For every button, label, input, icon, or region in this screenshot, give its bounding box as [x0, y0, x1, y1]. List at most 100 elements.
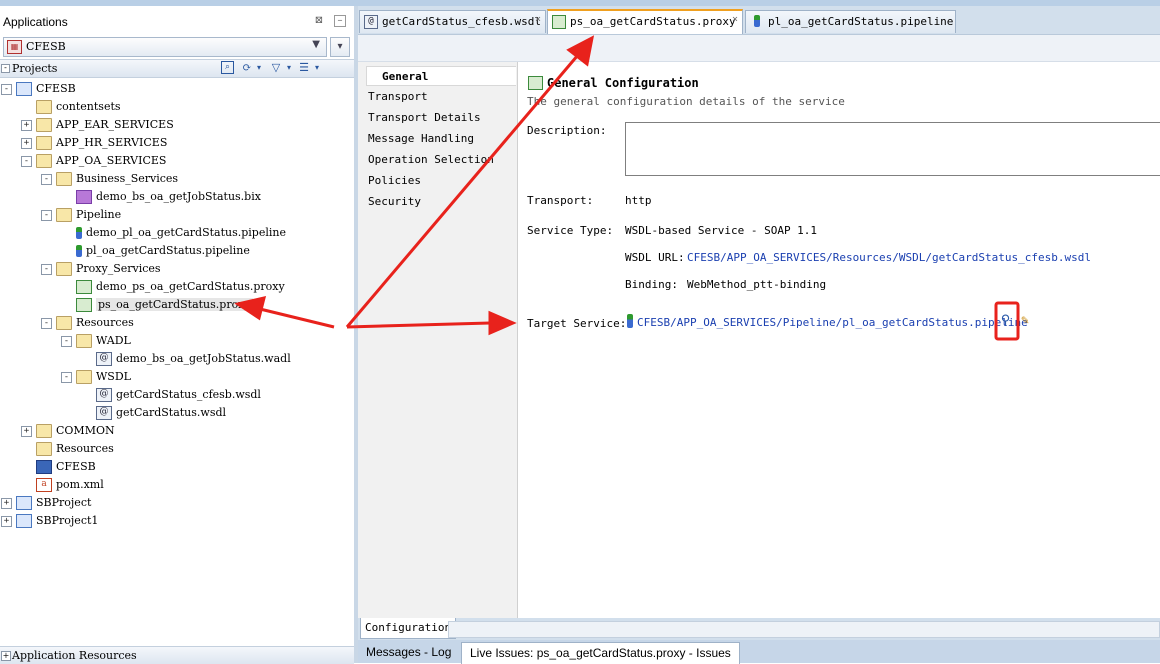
expand-icon[interactable]: + — [21, 425, 32, 437]
restore-icon[interactable]: – — [334, 15, 346, 27]
editor-tab-bar: @ getCardStatus_cfesb.wsdl × ps_oa_getCa… — [358, 6, 1160, 35]
chevron-down-icon[interactable]: ▾ — [310, 61, 324, 75]
binding-label: Binding: — [625, 278, 678, 291]
nav-item-operation-selection[interactable]: Operation Selection — [368, 150, 513, 170]
tree-item-label: CFESB — [56, 460, 96, 473]
horizontal-scrollbar[interactable] — [448, 621, 1160, 638]
tree-item-label: Business_Services — [76, 172, 179, 185]
folder-icon — [56, 208, 72, 222]
wsdl-icon: @ — [96, 388, 112, 402]
expand-icon[interactable]: + — [1, 515, 12, 527]
tree-item[interactable]: - APP_OA_SERVICES — [21, 152, 166, 170]
tree-item[interactable]: @ getCardStatus.wsdl — [81, 404, 226, 422]
projects-label: Projects — [12, 62, 58, 75]
folder-icon — [56, 316, 72, 330]
collapse-icon[interactable]: - — [41, 209, 52, 221]
minimize-icon[interactable]: ⊠ — [313, 15, 325, 27]
collapse-icon[interactable]: - — [41, 263, 52, 275]
edit-pencil-icon[interactable]: ✎ — [1017, 312, 1033, 329]
description-field[interactable] — [625, 122, 1160, 176]
collapse-icon[interactable]: - — [61, 371, 72, 383]
tree-item[interactable]: demo_bs_oa_getJobStatus.bix — [61, 188, 261, 206]
folder-icon — [36, 424, 52, 438]
tab-live-issues[interactable]: Live Issues: ps_oa_getCardStatus.proxy -… — [461, 642, 740, 664]
nav-item-transport[interactable]: Transport — [368, 87, 513, 107]
collapse-icon[interactable]: - — [61, 335, 72, 347]
tree-item[interactable]: demo_ps_oa_getCardStatus.proxy — [61, 278, 285, 296]
filter-icon[interactable]: ▽ — [269, 61, 283, 75]
service-type-label: Service Type: — [527, 224, 614, 237]
chevron-down-icon[interactable]: ▾ — [252, 61, 266, 75]
chevron-down-icon[interactable]: ▾ — [282, 61, 296, 75]
tab-ps-oa-getcardstatus-proxy[interactable]: ps_oa_getCardStatus.proxy × — [547, 9, 743, 35]
project-icon — [16, 514, 32, 528]
expand-icon[interactable]: + — [21, 119, 32, 131]
tree-item[interactable]: + APP_EAR_SERVICES — [21, 116, 174, 134]
tree-item[interactable]: - Proxy_Services — [41, 260, 161, 278]
tree-item[interactable]: - CFESB — [1, 80, 76, 98]
folder-icon — [56, 262, 72, 276]
tab-pl-oa-getcardstatus-pipeline[interactable]: pl_oa_getCardStatus.pipeline — [745, 10, 956, 33]
project-tree: - CFESB contentsets + APP_EAR_SERVICES + APP_H… — [0, 80, 354, 535]
tab-configuration[interactable]: Configuration — [360, 618, 457, 639]
application-resources-bar[interactable]: + Application Resources — [0, 646, 354, 664]
collapse-icon[interactable]: - — [1, 83, 12, 95]
tree-item[interactable]: CFESB — [21, 458, 96, 476]
tree-item[interactable]: @ getCardStatus_cfesb.wsdl — [81, 386, 261, 404]
tree-item[interactable]: + SBProject — [1, 494, 91, 512]
tree-item-label: Pipeline — [76, 208, 122, 221]
wsdl-url-link[interactable]: CFESB/APP_OA_SERVICES/Resources/WSDL/get… — [687, 251, 1091, 264]
tree-item[interactable]: - Business_Services — [41, 170, 178, 188]
description-label: Description: — [527, 124, 607, 137]
tree-item[interactable]: - Pipeline — [41, 206, 121, 224]
tree-item[interactable]: pl_oa_getCardStatus.pipeline — [61, 242, 250, 260]
layout-icon[interactable]: ☰ — [297, 61, 311, 75]
expand-icon[interactable]: + — [21, 137, 32, 149]
tree-item-label: getCardStatus.wsdl — [116, 406, 227, 419]
tree-item[interactable]: - WSDL — [61, 368, 131, 386]
proxy-icon — [76, 280, 92, 294]
pipeline-icon — [76, 245, 82, 257]
collapse-icon[interactable]: - — [1, 64, 10, 73]
application-menu-button[interactable]: ▾ — [330, 37, 350, 57]
editor-bottom-tab-bar: Configuration — [358, 618, 1160, 640]
tree-item-label: WSDL — [96, 370, 131, 383]
service-type-value: WSDL-based Service - SOAP 1.1 — [625, 224, 818, 237]
collapse-icon[interactable]: - — [41, 317, 52, 329]
business-service-icon — [76, 190, 92, 204]
search-icon[interactable]: ⚲ — [997, 312, 1014, 329]
tree-item[interactable]: ps_oa_getCardStatus.proxy — [61, 296, 253, 314]
collapse-icon[interactable]: - — [21, 155, 32, 167]
tab-getcardstatus-cfesb-wsdl[interactable]: @ getCardStatus_cfesb.wsdl × — [359, 10, 546, 33]
tab-messages-log[interactable]: Messages - Log — [358, 642, 459, 663]
tree-item[interactable]: @ demo_bs_oa_getJobStatus.wadl — [81, 350, 291, 368]
search-icon[interactable]: ⌕ — [221, 61, 234, 74]
tree-item[interactable]: + SBProject1 — [1, 512, 98, 530]
nav-item-message-handling[interactable]: Message Handling — [368, 129, 513, 149]
tree-item[interactable]: demo_pl_oa_getCardStatus.pipeline — [61, 224, 286, 242]
tab-label: pl_oa_getCardStatus.pipeline — [768, 15, 954, 28]
tree-item[interactable]: - Resources — [41, 314, 134, 332]
expand-icon[interactable]: + — [1, 651, 11, 661]
tree-item[interactable]: a pom.xml — [21, 476, 104, 494]
tree-item[interactable]: + COMMON — [21, 422, 115, 440]
collapse-icon[interactable]: - — [41, 173, 52, 185]
expand-icon[interactable]: + — [1, 497, 12, 509]
close-icon[interactable]: × — [732, 9, 738, 31]
tree-item[interactable]: - WADL — [61, 332, 131, 350]
application-selector[interactable]: ▦ CFESB ▼ — [3, 37, 327, 57]
close-icon[interactable]: × — [535, 9, 541, 31]
tree-item-label: SBProject — [36, 496, 92, 509]
tree-item[interactable]: + APP_HR_SERVICES — [21, 134, 167, 152]
chevron-down-icon: ▼ — [312, 39, 320, 50]
tree-item[interactable]: contentsets — [21, 98, 121, 116]
target-service-link[interactable]: CFESB/APP_OA_SERVICES/Pipeline/pl_oa_get… — [637, 316, 1028, 329]
tree-item-label: CFESB — [36, 82, 76, 95]
tree-item[interactable]: Resources — [21, 440, 114, 458]
application-resources-label: Application Resources — [12, 649, 137, 662]
nav-item-security[interactable]: Security — [368, 192, 513, 212]
nav-item-general[interactable]: General — [366, 66, 516, 86]
nav-item-transport-details[interactable]: Transport Details — [368, 108, 513, 128]
nav-item-policies[interactable]: Policies — [368, 171, 513, 191]
general-configuration-section: General Configuration The general config… — [526, 70, 1160, 610]
